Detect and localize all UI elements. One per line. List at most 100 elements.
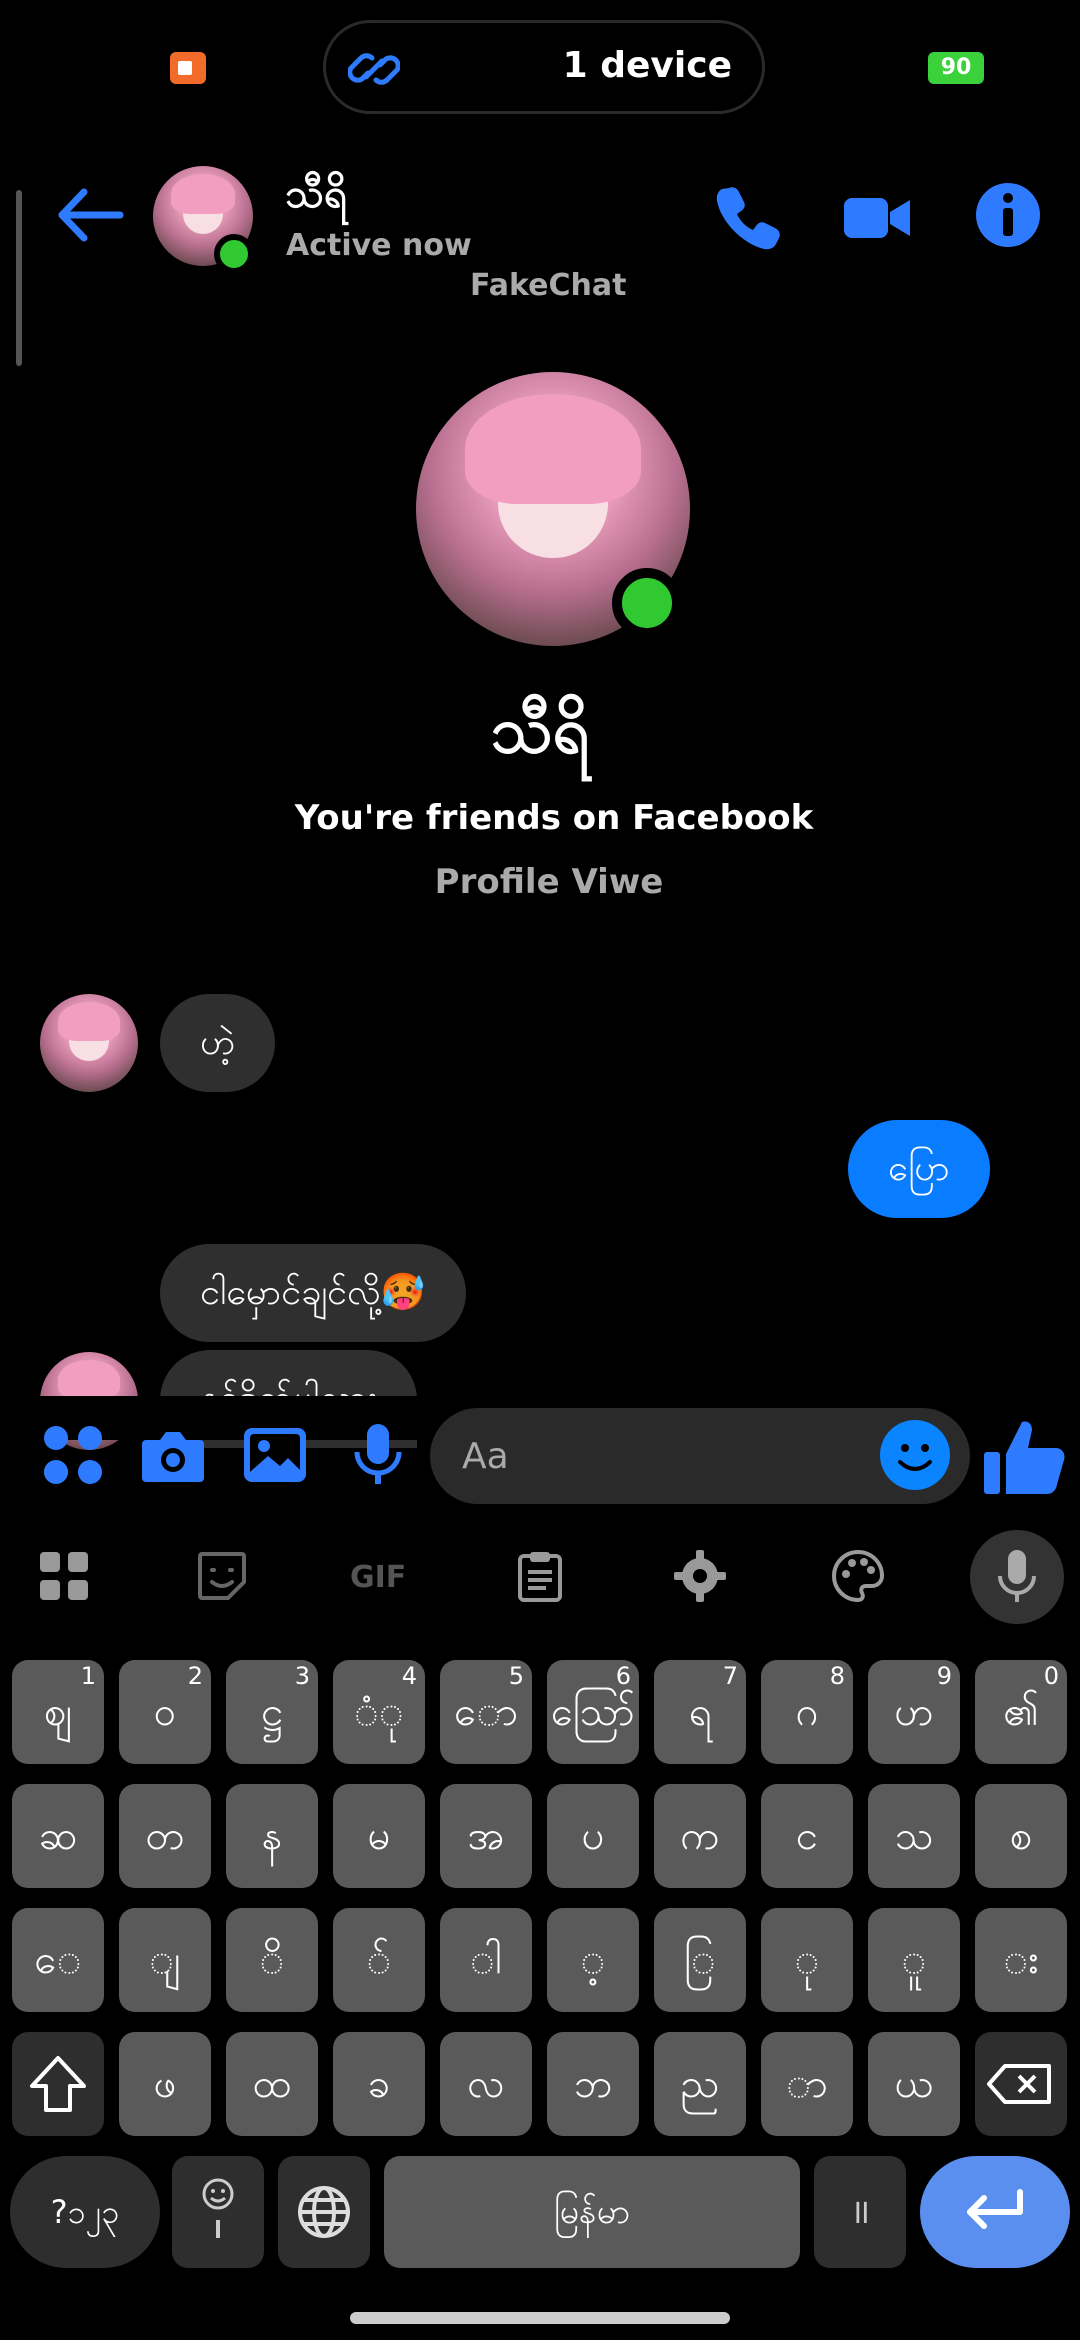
globe-icon[interactable]: [278, 2156, 370, 2268]
key-number-hint: 5: [508, 1662, 524, 1690]
back-arrow-icon[interactable]: [52, 180, 128, 250]
scrollbar[interactable]: [16, 190, 22, 366]
key-label: ဖ: [153, 2061, 177, 2107]
key-label: ဂ: [795, 1689, 819, 1735]
key-row2-9[interactable]: စ: [975, 1784, 1067, 1888]
key-row4-4[interactable]: ဘ: [547, 2032, 639, 2136]
key-row4-7[interactable]: ယ: [868, 2032, 960, 2136]
key-row1-0[interactable]: ဈ1: [12, 1660, 104, 1764]
key-row2-4[interactable]: အ: [440, 1784, 532, 1888]
keyboard-apps-icon[interactable]: [36, 1548, 92, 1604]
enter-icon[interactable]: [920, 2156, 1070, 2268]
camera-icon[interactable]: [138, 1420, 208, 1490]
key-label: စ: [1009, 1813, 1033, 1859]
active-status: Active now: [286, 228, 472, 263]
key-row2-3[interactable]: မ: [333, 1784, 425, 1888]
phone-icon[interactable]: [713, 182, 783, 252]
key-row1-3[interactable]: ံု 4: [333, 1660, 425, 1764]
microphone-icon[interactable]: [343, 1420, 413, 1490]
key-row3-0[interactable]: ေ: [12, 1908, 104, 2012]
key-label: သ: [894, 1813, 934, 1859]
dynamic-island-pill[interactable]: 1 device: [323, 20, 765, 114]
key-row3-8[interactable]: ူ: [868, 1908, 960, 2012]
key-row2-8[interactable]: သ: [868, 1784, 960, 1888]
key-label: ၏: [1003, 1689, 1039, 1735]
key-row4-2[interactable]: ခ: [333, 2032, 425, 2136]
emoji-icon[interactable]: [880, 1420, 950, 1490]
key-row2-0[interactable]: ဆ: [12, 1784, 104, 1888]
key-row1-8[interactable]: ဟ9: [868, 1660, 960, 1764]
key-row3-3[interactable]: ်: [333, 1908, 425, 2012]
shift-key[interactable]: [12, 2032, 104, 2136]
settings-gear-icon[interactable]: [672, 1548, 728, 1604]
online-status-dot: [214, 234, 254, 274]
key-label: ူ: [901, 1937, 927, 1983]
key-label: န: [261, 1813, 283, 1859]
key-row3-5[interactable]: ့: [547, 1908, 639, 2012]
key-row4-6[interactable]: ာ: [761, 2032, 853, 2136]
gif-button[interactable]: GIF: [350, 1560, 406, 1595]
clipboard-icon[interactable]: [512, 1548, 568, 1604]
shift-icon: [30, 2056, 86, 2112]
home-indicator[interactable]: [350, 2312, 730, 2324]
key-row1-5[interactable]: ဪ6: [547, 1660, 639, 1764]
sender-avatar[interactable]: [40, 994, 138, 1092]
message-bubble-outgoing[interactable]: ပြော: [848, 1120, 990, 1218]
key-row2-2[interactable]: န: [226, 1784, 318, 1888]
key-row4-0[interactable]: ဖ: [119, 2032, 211, 2136]
voice-input-icon[interactable]: [970, 1530, 1064, 1624]
key-row2-7[interactable]: င: [761, 1784, 853, 1888]
key-row3-7[interactable]: ု: [761, 1908, 853, 2012]
key-label: ယ: [894, 2061, 934, 2107]
theme-palette-icon[interactable]: [830, 1548, 886, 1604]
key-label: ု: [794, 1937, 820, 1983]
symbols-key[interactable]: ?၁၂၃: [10, 2156, 160, 2268]
key-label: ထ: [252, 2061, 292, 2107]
key-row3-6[interactable]: ြ: [654, 1908, 746, 2012]
contact-name[interactable]: သီရိ: [285, 168, 347, 227]
info-icon[interactable]: [973, 180, 1043, 250]
apps-grid-icon[interactable]: [38, 1420, 108, 1490]
sticker-icon[interactable]: [194, 1548, 250, 1604]
key-row4-5[interactable]: ည: [654, 2032, 746, 2136]
key-label: ဘ: [573, 2061, 613, 2107]
key-row3-2[interactable]: ိ: [226, 1908, 318, 2012]
key-row2-6[interactable]: က: [654, 1784, 746, 1888]
backspace-key[interactable]: [975, 2032, 1067, 2136]
app-label: FakeChat: [470, 268, 627, 303]
thumbs-up-icon[interactable]: [982, 1414, 1068, 1500]
emoji-key-icon[interactable]: [172, 2156, 264, 2268]
gallery-icon[interactable]: [240, 1420, 310, 1490]
video-call-icon[interactable]: [842, 182, 912, 252]
message-bubble-incoming[interactable]: ငါမှောင်ချင်လို့🥵: [160, 1244, 466, 1342]
key-row1-6[interactable]: ရ7: [654, 1660, 746, 1764]
key-row1-4[interactable]: ော 5: [440, 1660, 532, 1764]
message-bubble-incoming[interactable]: ဟဲ့: [160, 994, 276, 1092]
key-row3-9[interactable]: း: [975, 1908, 1067, 2012]
key-number-hint: 9: [936, 1662, 952, 1690]
key-number-hint: 6: [615, 1662, 631, 1690]
key-row2-1[interactable]: တ: [119, 1784, 211, 1888]
key-label: က: [680, 1813, 720, 1859]
profile-view-link[interactable]: Profile Viwe: [0, 862, 1080, 902]
key-label: ည: [680, 2061, 720, 2107]
key-number-hint: 7: [722, 1662, 738, 1690]
key-row3-4[interactable]: ါ: [440, 1908, 532, 2012]
punctuation-key[interactable]: ॥: [814, 2156, 906, 2268]
key-row2-5[interactable]: ပ: [547, 1784, 639, 1888]
space-bar[interactable]: မြန်မာ: [384, 2156, 800, 2268]
key-label: ဋ္ဌ: [261, 1689, 283, 1735]
key-row1-2[interactable]: ဋ္ဌ 3: [226, 1660, 318, 1764]
key-row3-1[interactable]: ျ: [119, 1908, 211, 2012]
key-row4-1[interactable]: ထ: [226, 2032, 318, 2136]
key-row1-9[interactable]: ၏ 0: [975, 1660, 1067, 1764]
key-label: ေ: [34, 1937, 82, 1983]
key-label: ရ: [688, 1689, 712, 1735]
battery-indicator: 90: [928, 52, 984, 84]
profile-name: သီရိ: [490, 694, 590, 768]
key-row1-7[interactable]: ဂ8: [761, 1660, 853, 1764]
key-label: ဟ: [894, 1689, 934, 1735]
key-number-hint: 1: [80, 1662, 96, 1690]
key-row4-3[interactable]: လ: [440, 2032, 532, 2136]
key-row1-1[interactable]: ဝ2: [119, 1660, 211, 1764]
